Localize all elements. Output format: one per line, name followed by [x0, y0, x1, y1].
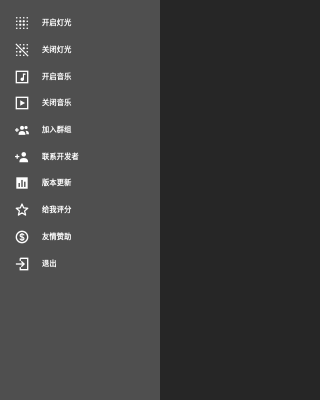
music-note-icon	[14, 69, 30, 85]
menu-item-music-off[interactable]: 关闭音乐	[0, 90, 160, 117]
menu-item-label: 联系开发者	[42, 151, 79, 161]
menu-item-label: 加入群组	[42, 125, 72, 135]
menu-item-sponsor[interactable]: 友情赞助	[0, 224, 160, 251]
drawer-scrim[interactable]	[160, 0, 240, 400]
menu-item-light-on[interactable]: 开启灯光	[0, 10, 160, 37]
menu-item-label: 给我评分	[42, 205, 72, 215]
dollar-coin-icon	[14, 229, 30, 245]
menu-item-label: 开启音乐	[42, 71, 72, 81]
menu-item-label: 版本更新	[42, 178, 72, 188]
menu-item-join-group[interactable]: 加入群组	[0, 117, 160, 144]
menu-item-light-off[interactable]: 关闭灯光	[0, 37, 160, 64]
play-box-icon	[14, 95, 30, 111]
menu-item-version-update[interactable]: 版本更新	[0, 170, 160, 197]
menu-item-label: 开启灯光	[42, 18, 72, 28]
menu-item-exit[interactable]: 退出	[0, 250, 160, 277]
menu-item-label: 关闭灯光	[42, 45, 72, 55]
menu-item-label: 退出	[42, 258, 57, 268]
navigation-drawer: 开启灯光 关闭灯光 开启音乐 关闭音乐 加入群组 联系开发者 版本更新 给我评分…	[0, 0, 160, 400]
light-off-icon	[14, 42, 30, 58]
menu-item-music-on[interactable]: 开启音乐	[0, 63, 160, 90]
chart-icon	[14, 175, 30, 191]
group-add-icon	[14, 122, 30, 138]
light-on-icon	[14, 15, 30, 31]
menu-item-label: 友情赞助	[42, 231, 72, 241]
menu-item-label: 关闭音乐	[42, 98, 72, 108]
menu-item-rate-me[interactable]: 给我评分	[0, 197, 160, 224]
exit-icon	[14, 256, 30, 272]
drawer-menu: 开启灯光 关闭灯光 开启音乐 关闭音乐 加入群组 联系开发者 版本更新 给我评分…	[0, 0, 160, 277]
app-screen: 开启灯光 关闭灯光 开启音乐 关闭音乐 加入群组 联系开发者 版本更新 给我评分…	[0, 0, 240, 400]
star-icon	[14, 202, 30, 218]
person-add-icon	[14, 149, 30, 165]
menu-item-contact-developer[interactable]: 联系开发者	[0, 143, 160, 170]
